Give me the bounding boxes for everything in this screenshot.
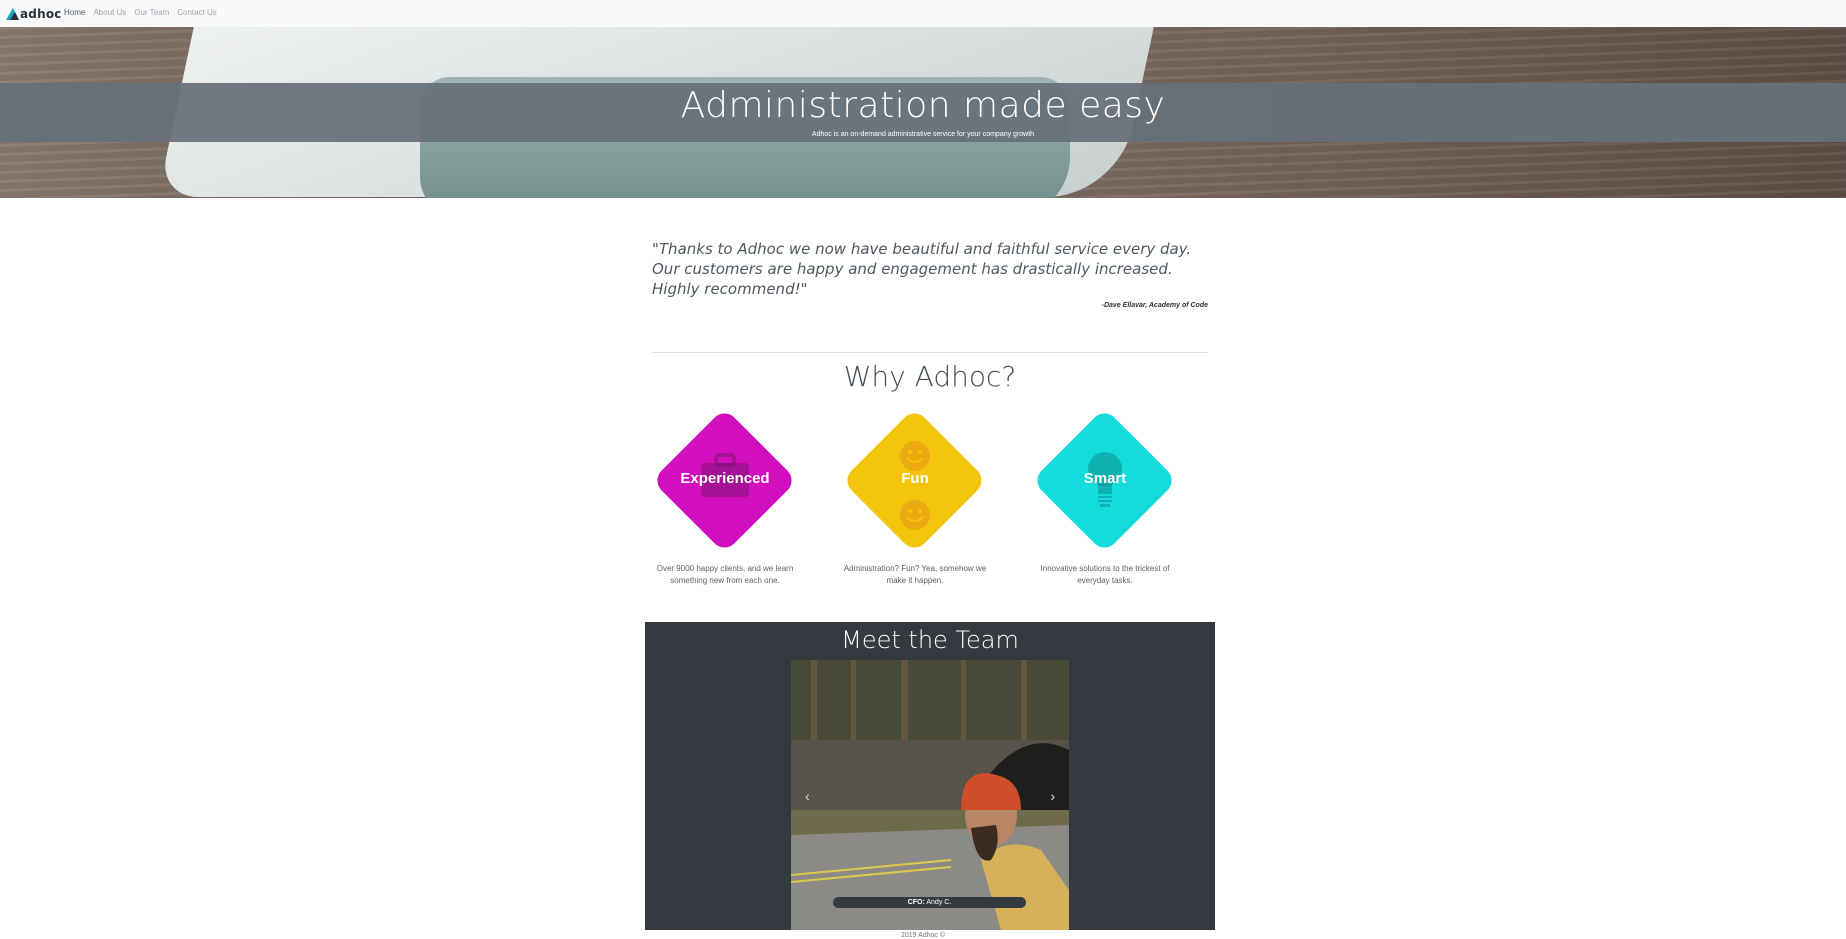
feature-description: Administration? Fun? Yea, somehow we mak… [843,564,987,585]
caption-name: Andy C. [924,899,952,906]
brand-logo[interactable]: adhoc [6,5,62,22]
logo-icon [6,7,19,20]
team-title: Meet the Team [841,626,1019,654]
caption-role: CFO: [907,899,925,906]
nav-link-contact-us[interactable]: Contact Us [177,8,217,17]
photo-scene [791,660,1069,930]
feature-description: Over 9000 happy clients, and we learn so… [656,564,794,585]
chevron-right-icon[interactable]: › [1050,788,1055,804]
smiley-icon [900,500,930,530]
nav-links: Home About Us Our Team Contact Us [64,8,217,17]
testimonial-quote: "Thanks to Adhoc we now have beautiful a… [652,240,1192,298]
team-member-photo [791,660,1069,930]
section-divider [652,352,1208,353]
why-title: Why Adhoc? [843,360,1017,393]
feature-label: Smart [1083,470,1127,487]
feature-label: Fun [901,470,929,487]
chevron-left-icon[interactable]: ‹ [805,788,810,804]
navbar: adhoc Home About Us Our Team Contact Us [0,0,1846,28]
team-carousel[interactable]: ‹ › CFO: Andy C. [791,660,1069,930]
feature-label: Experienced [680,470,770,487]
testimonial-author: -Dave Ellavar, Academy of Code [1101,302,1208,309]
hero-title: Administration made easy [680,85,1166,126]
smiley-icon [900,441,930,471]
feature-description: Innovative solutions to the trickest of … [1040,564,1170,585]
hero-subtitle: Adhoc is an on-demand administrative ser… [811,131,1035,138]
nav-link-about-us[interactable]: About Us [93,8,126,17]
brand-name: adhoc [20,6,62,21]
team-section: Meet the Team ‹ › CFO: Andy C. [645,622,1215,930]
nav-link-home[interactable]: Home [64,8,85,17]
nav-link-our-team[interactable]: Our Team [134,8,169,17]
hero-banner: Administration made easy Adhoc is an on-… [0,27,1846,198]
carousel-caption: CFO: Andy C. [833,897,1026,908]
